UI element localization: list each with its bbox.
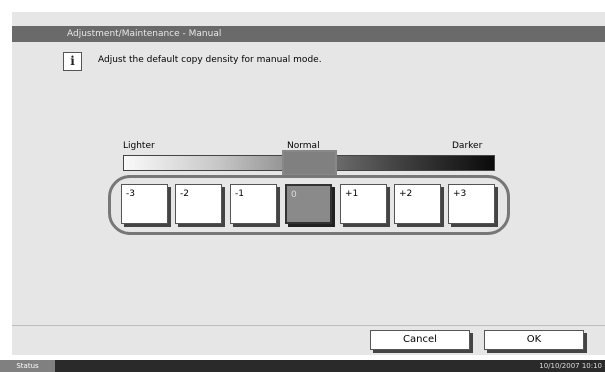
cancel-button[interactable]: Cancel [370, 330, 470, 350]
darker-label: Darker [452, 141, 483, 151]
info-message: Adjust the default copy density for manu… [98, 55, 322, 65]
level-button-0[interactable]: 0 [285, 184, 332, 224]
level-button-plus-1[interactable]: +1 [340, 184, 387, 224]
status-button[interactable]: Status [0, 360, 55, 372]
level-button-minus-1[interactable]: -1 [230, 184, 277, 224]
status-datetime: 10/10/2007 10:10 [539, 362, 602, 370]
ok-button[interactable]: OK [484, 330, 584, 350]
level-button-minus-2[interactable]: -2 [175, 184, 222, 224]
lighter-label: Lighter [123, 141, 155, 151]
level-button-plus-2[interactable]: +2 [394, 184, 441, 224]
normal-marker [282, 150, 337, 176]
level-button-minus-3[interactable]: -3 [121, 184, 168, 224]
level-button-plus-3[interactable]: +3 [448, 184, 495, 224]
status-bar [0, 360, 605, 372]
info-icon: i [63, 52, 82, 71]
divider [12, 325, 605, 326]
window-title: Adjustment/Maintenance - Manual [12, 26, 605, 42]
